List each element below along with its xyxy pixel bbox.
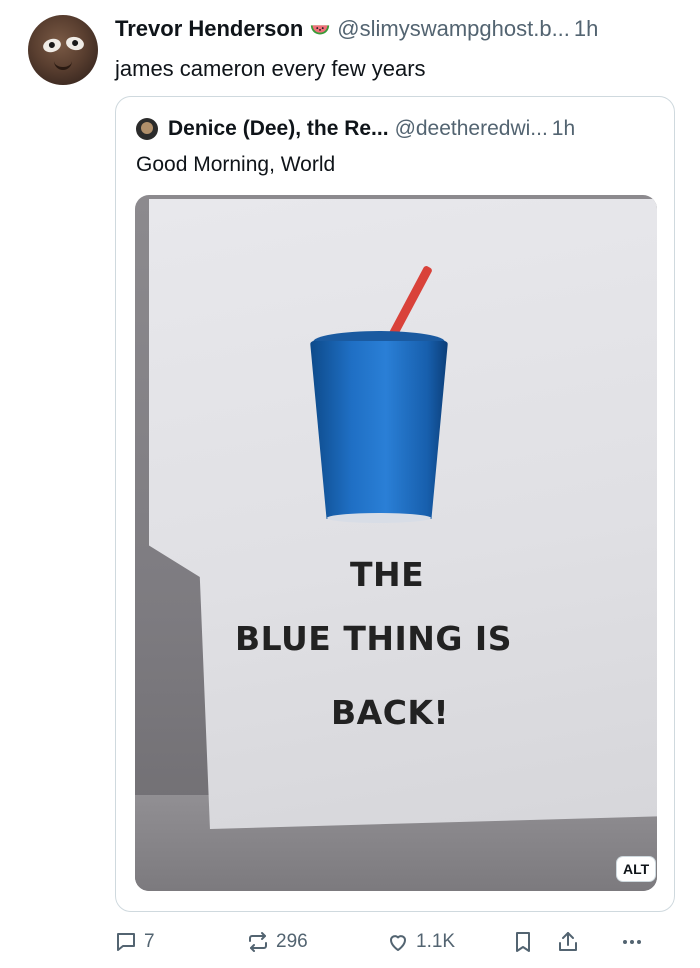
quote-header: Denice (Dee), the Re... @deetheredwi... … xyxy=(136,117,575,141)
reply-button[interactable]: 7 xyxy=(114,930,155,954)
sign-line-2: BLUE THING IS xyxy=(235,619,512,658)
quoted-post[interactable]: Denice (Dee), the Re... @deetheredwi... … xyxy=(115,96,675,912)
share-icon xyxy=(559,932,577,951)
bookmark-button[interactable] xyxy=(511,930,541,954)
reply-icon xyxy=(117,933,135,951)
blue-drink-graphic xyxy=(310,341,448,519)
repost-icon xyxy=(249,932,267,952)
repost-button[interactable]: 296 xyxy=(246,930,308,954)
post-text: james cameron every few years xyxy=(115,56,426,81)
author-name[interactable]: Trevor Henderson xyxy=(115,16,303,42)
reply-count: 7 xyxy=(144,931,155,952)
alt-badge[interactable]: ALT xyxy=(617,857,656,881)
sign-line-3: BACK! xyxy=(331,693,450,732)
share-button[interactable] xyxy=(556,930,586,954)
quote-author-avatar xyxy=(136,118,158,140)
more-button[interactable] xyxy=(620,930,650,954)
quote-author-handle[interactable]: @deetheredwi... xyxy=(395,117,548,141)
sign-line-1: THE xyxy=(350,555,425,594)
quote-text: Good Morning, World xyxy=(136,153,336,176)
quote-time[interactable]: 1h xyxy=(552,117,575,141)
quote-image[interactable]: THE BLUE THING IS BACK! ALT xyxy=(135,195,657,891)
glass-base-graphic xyxy=(327,513,431,523)
repost-count: 296 xyxy=(276,931,308,952)
post-header: Trevor Henderson @slimyswampghost.b... 1… xyxy=(115,16,598,42)
like-count: 1.1K xyxy=(416,931,456,952)
post-time[interactable]: 1h xyxy=(574,16,598,42)
avatar-mouth xyxy=(54,61,72,70)
like-button[interactable]: 1.1K xyxy=(386,930,455,954)
heart-icon xyxy=(390,935,406,951)
avatar-eye-left xyxy=(41,36,63,55)
quote-author-name[interactable]: Denice (Dee), the Re... xyxy=(168,117,389,141)
watermelon-icon xyxy=(311,25,330,35)
more-icon xyxy=(623,940,641,944)
bookmark-icon xyxy=(516,932,530,952)
author-handle[interactable]: @slimyswampghost.b... xyxy=(337,16,570,42)
author-avatar[interactable] xyxy=(28,15,98,85)
avatar-eye-right xyxy=(64,35,86,52)
